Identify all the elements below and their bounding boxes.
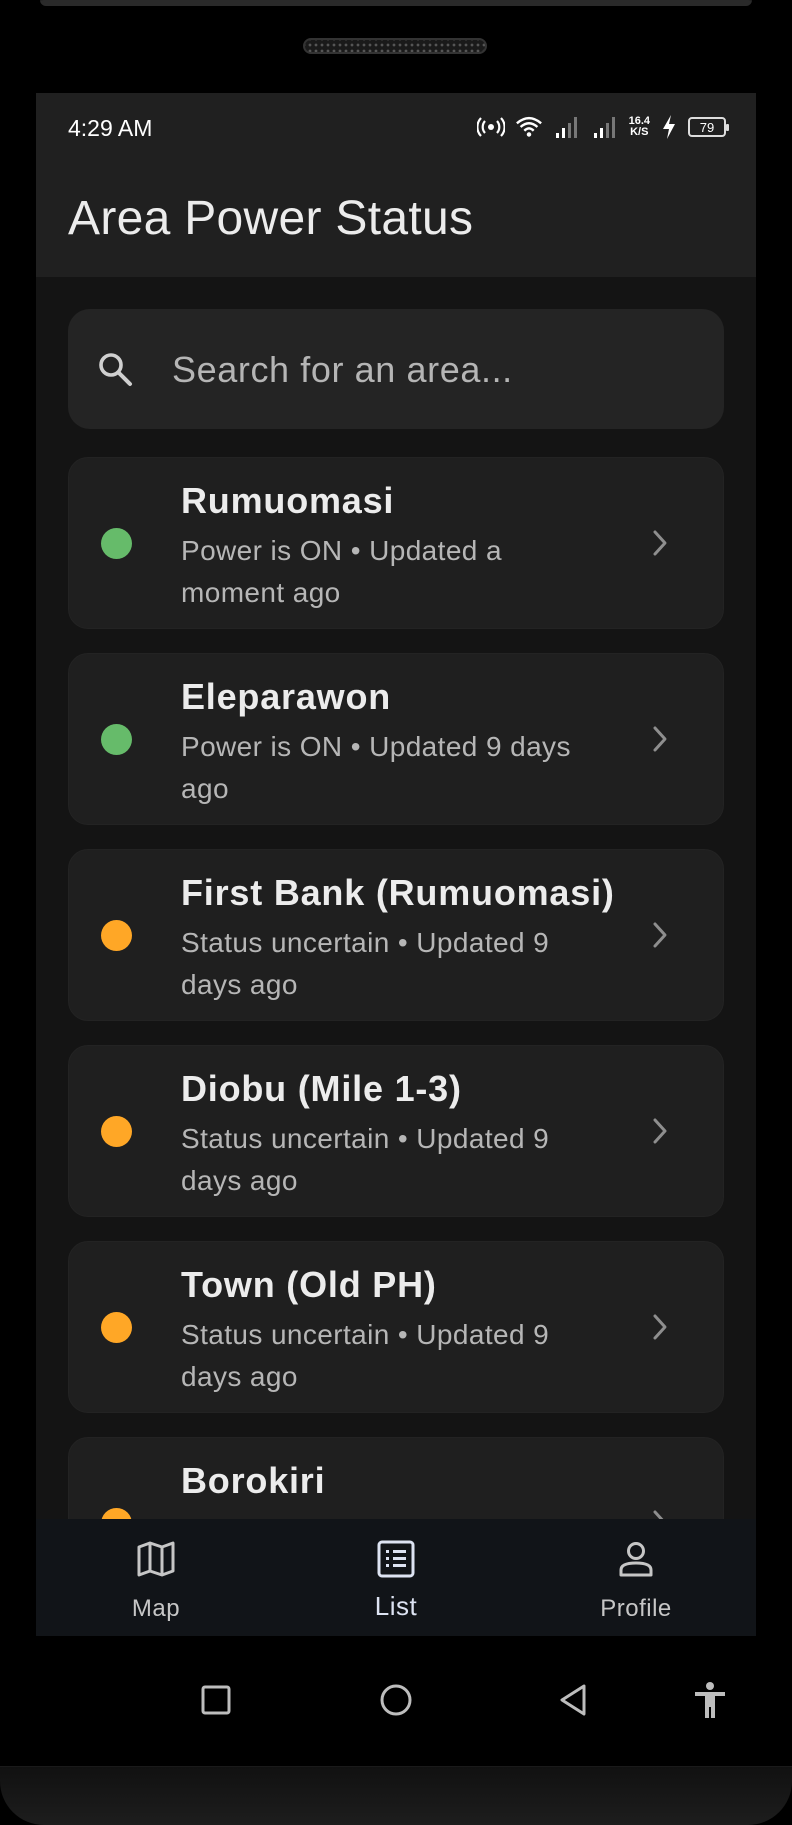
status-indicator-dot	[101, 1116, 132, 1147]
area-status-text: Status uncertain • Updated 9 days ago	[181, 1123, 550, 1196]
area-card[interactable]: Eleparawon Power is ON • Updated 9 days a…	[68, 653, 724, 825]
area-name: Rumuomasi	[181, 480, 395, 521]
area-status-text: Power is ON • Updated a moment ago	[181, 535, 502, 608]
status-bar: 4:29 AM 16.4 K/S 79	[36, 93, 756, 163]
accessibility-icon[interactable]	[682, 1672, 738, 1728]
phone-device: 4:29 AM 16.4 K/S 79 Area Power Status Se…	[0, 0, 792, 1825]
bottom-navigation: Map List Profile	[36, 1519, 756, 1636]
earpiece-speaker	[303, 38, 487, 54]
chevron-right-icon	[649, 528, 671, 558]
area-list-content[interactable]: Search for an area... Rumuomasi Power is …	[36, 277, 756, 1612]
area-status-text: Status uncertain • Updated 9 days ago	[181, 1319, 550, 1392]
status-time: 4:29 AM	[68, 115, 153, 141]
nav-map-label: Map	[131, 1595, 181, 1622]
charging-icon	[660, 113, 678, 141]
area-name: Borokiri	[181, 1460, 326, 1501]
wifi-icon	[515, 113, 543, 141]
person-icon	[616, 1539, 656, 1579]
device-frame-bottom	[0, 1766, 792, 1825]
area-card[interactable]: Rumuomasi Power is ON • Updated a moment …	[68, 457, 724, 629]
nav-list-label: List	[374, 1591, 418, 1621]
nav-profile-label: Profile	[600, 1595, 672, 1622]
area-status-text: Status uncertain • Updated 9 days ago	[181, 927, 550, 1000]
area-name: Town (Old PH)	[181, 1264, 437, 1305]
search-icon	[96, 350, 134, 388]
battery-indicator: 79	[688, 117, 729, 137]
chevron-right-icon	[649, 1312, 671, 1342]
search-placeholder: Search for an area...	[172, 349, 513, 390]
app-screen: 4:29 AM 16.4 K/S 79 Area Power Status Se…	[36, 93, 756, 1636]
status-indicator-dot	[101, 920, 132, 951]
status-indicator-dot	[101, 724, 132, 755]
system-navigation-bar	[0, 1636, 792, 1766]
status-icons: 16.4 K/S 79	[476, 113, 729, 141]
search-input[interactable]: Search for an area...	[68, 309, 724, 429]
list-icon	[376, 1539, 416, 1579]
nav-list[interactable]: List	[316, 1519, 476, 1636]
device-frame-top	[40, 0, 752, 6]
recents-icon[interactable]	[188, 1672, 244, 1728]
network-speed-unit: K/S	[630, 126, 649, 138]
nav-map[interactable]: Map	[76, 1519, 236, 1636]
area-name: First Bank (Rumuomasi)	[181, 872, 615, 913]
status-indicator-dot	[101, 528, 132, 559]
back-icon[interactable]	[545, 1672, 601, 1728]
network-speed: 16.4 K/S	[629, 116, 650, 138]
area-name: Diobu (Mile 1-3)	[181, 1068, 462, 1109]
area-status-text: Power is ON • Updated 9 days ago	[181, 731, 571, 804]
area-card[interactable]: First Bank (Rumuomasi) Status uncertain •…	[68, 849, 724, 1021]
area-name: Eleparawon	[181, 676, 392, 717]
nav-profile[interactable]: Profile	[556, 1519, 716, 1636]
chevron-right-icon	[649, 724, 671, 754]
area-card[interactable]: Town (Old PH) Status uncertain • Updated …	[68, 1241, 724, 1413]
page-title: Area Power Status	[68, 192, 474, 245]
map-icon	[136, 1539, 176, 1579]
status-indicator-dot	[101, 1312, 132, 1343]
chevron-right-icon	[649, 1116, 671, 1146]
signal-icon	[553, 113, 581, 141]
app-bar: Area Power Status	[36, 163, 756, 277]
signal-icon	[591, 113, 619, 141]
home-icon[interactable]	[368, 1672, 424, 1728]
hotspot-icon	[476, 113, 505, 141]
chevron-right-icon	[649, 920, 671, 950]
area-card[interactable]: Diobu (Mile 1-3) Status uncertain • Updat…	[68, 1045, 724, 1217]
